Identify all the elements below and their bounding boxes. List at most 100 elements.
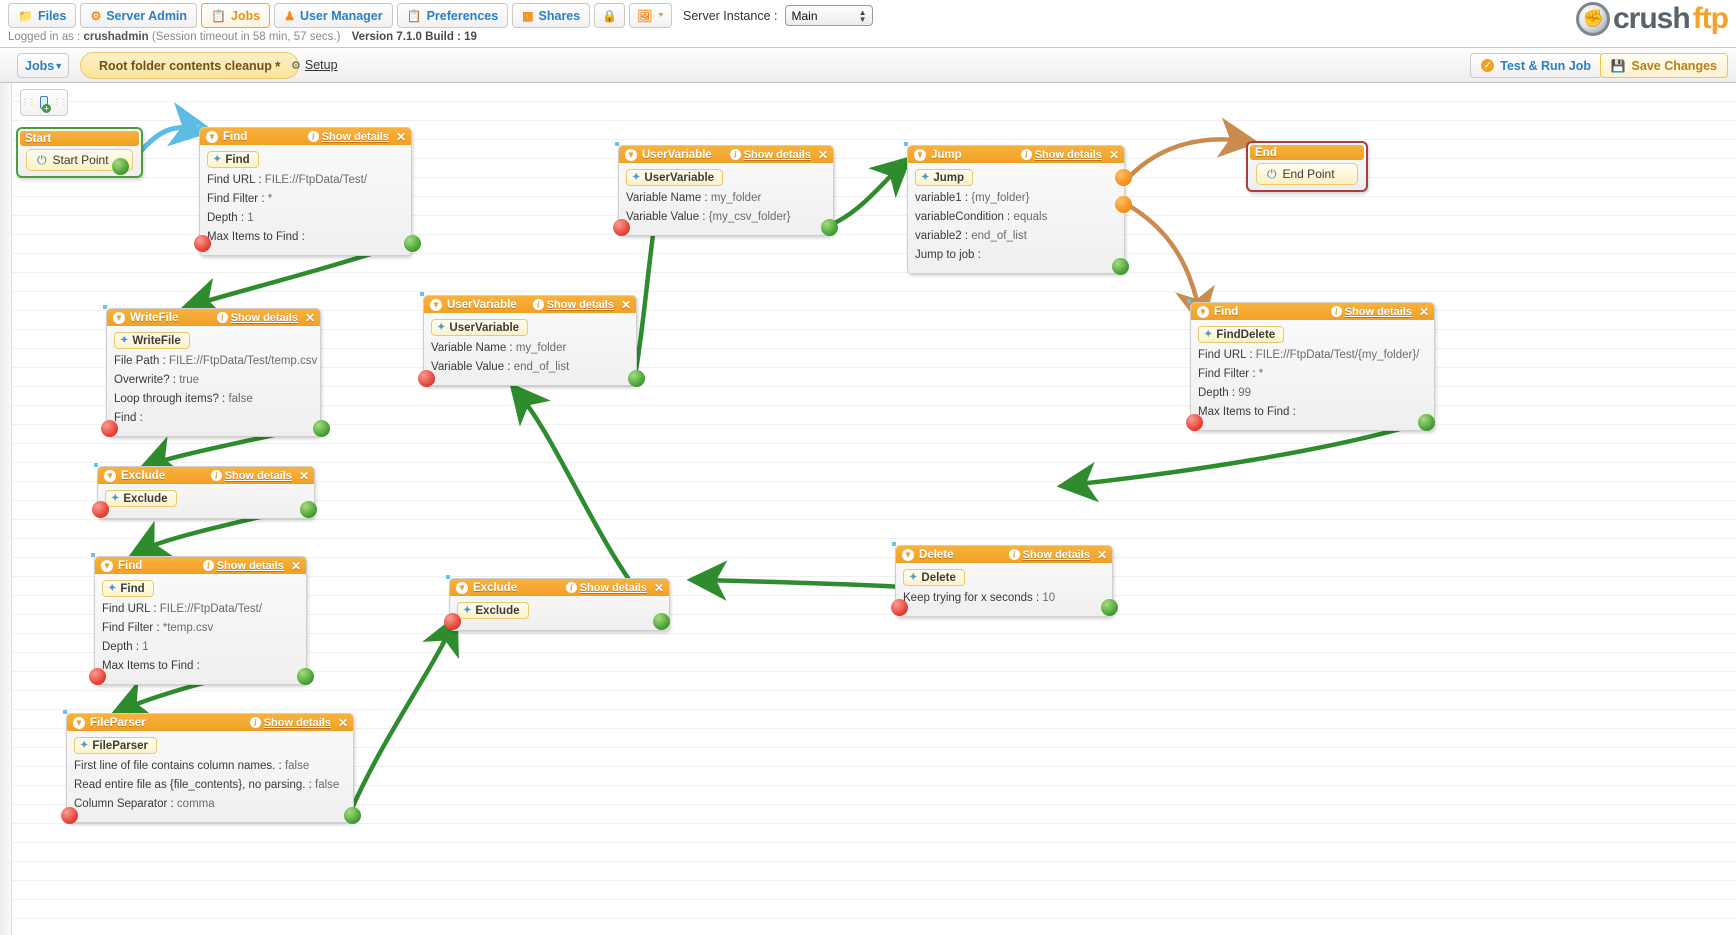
start-output-dot[interactable] (112, 158, 129, 175)
node-find-1-pill[interactable]: ✦ Find (207, 151, 259, 168)
close-icon[interactable]: ✕ (299, 470, 309, 482)
node-jump[interactable]: ▼ Jump i Show details ✕ ✦ Jump variable1… (907, 145, 1125, 274)
close-icon[interactable]: ✕ (396, 131, 406, 143)
node-fileparser[interactable]: ▼ FileParser i Show details ✕ ✦ FilePars… (66, 713, 354, 823)
current-job-tab[interactable]: Root folder contents cleanup * (80, 52, 300, 79)
end-point-pill[interactable]: ⏻ End Point (1256, 163, 1358, 185)
end-node[interactable]: End ⏻ End Point (1246, 141, 1368, 192)
node-finddelete-success-dot[interactable] (1418, 414, 1435, 431)
collapse-icon[interactable]: ▼ (113, 311, 125, 324)
close-icon[interactable]: ✕ (291, 560, 301, 572)
node-fileparser-success-dot[interactable] (344, 807, 361, 824)
jobs-dropdown[interactable]: Jobs ▼ (17, 53, 69, 78)
node-uservariable-top-success-dot[interactable] (821, 219, 838, 236)
node-exclude-1-error-dot[interactable] (92, 501, 109, 518)
node-uservariable-top-pill[interactable]: ✦ UserVariable (626, 169, 724, 186)
show-details-link[interactable]: i Show details (307, 131, 389, 143)
node-uservariable-top-error-dot[interactable] (613, 219, 630, 236)
close-icon[interactable]: ✕ (1419, 306, 1429, 318)
node-writefile-pill[interactable]: ✦ WriteFile (114, 332, 190, 349)
node-find-1-success-dot[interactable] (404, 235, 421, 252)
node-uservariable-mid-error-dot[interactable] (418, 370, 435, 387)
node-uservariable-mid-pill[interactable]: ✦ UserVariable (431, 319, 529, 336)
tab-user-manager[interactable]: ♟ User Manager (274, 3, 393, 28)
test-and-run-job-button[interactable]: ✓ Test & Run Job (1470, 53, 1602, 78)
node-jump-branch-dot-1[interactable] (1115, 169, 1132, 186)
node-fileparser-error-dot[interactable] (61, 807, 78, 824)
node-delete[interactable]: ▼ Delete i Show details ✕ ✦ Delete Keep … (895, 545, 1113, 617)
setup-link[interactable]: ⚙ Setup (291, 58, 338, 72)
node-find-1[interactable]: ▼ Find i Show details ✕ ✦ Find Find URL … (199, 127, 412, 256)
node-exclude-2-success-dot[interactable] (653, 613, 670, 630)
close-icon[interactable]: ✕ (654, 582, 664, 594)
show-details-link[interactable]: i Show details (729, 149, 811, 161)
close-icon[interactable]: ✕ (621, 299, 631, 311)
save-changes-button[interactable]: 💾 Save Changes (1599, 53, 1728, 78)
node-finddelete-error-dot[interactable] (1186, 414, 1203, 431)
collapse-icon[interactable]: ▼ (104, 469, 116, 482)
close-icon[interactable]: ✕ (818, 149, 828, 161)
node-row: Read entire file as {file_contents}, no … (74, 779, 340, 791)
node-delete-success-dot[interactable] (1101, 599, 1118, 616)
node-uservariable-mid[interactable]: ▼ UserVariable i Show details ✕ ✦ UserVa… (423, 295, 637, 386)
node-exclude-1-pill[interactable]: ✦ Exclude (105, 490, 177, 507)
tab-files[interactable]: 📁 Files (8, 3, 77, 28)
node-exclude-2[interactable]: ▼ Exclude i Show details ✕ ✦ Exclude (449, 578, 670, 631)
collapse-icon[interactable]: ▼ (1197, 305, 1209, 318)
node-find-1-error-dot[interactable] (194, 235, 211, 252)
close-icon[interactable]: ✕ (1097, 549, 1107, 561)
show-details-link[interactable]: i Show details (1330, 306, 1412, 318)
node-jump-success-dot[interactable] (1112, 258, 1129, 275)
node-delete-error-dot[interactable] (891, 599, 908, 616)
node-find-2[interactable]: ▼ Find i Show details ✕ ✦ Find Find URL … (94, 556, 307, 685)
node-uservariable-top[interactable]: ▼ UserVariable i Show details ✕ ✦ UserVa… (618, 145, 834, 236)
node-find-2-success-dot[interactable] (297, 668, 314, 685)
node-writefile-success-dot[interactable] (313, 420, 330, 437)
node-writefile-error-dot[interactable] (101, 420, 118, 437)
close-icon[interactable]: ✕ (1109, 149, 1119, 161)
show-details-link[interactable]: i Show details (202, 560, 284, 572)
node-exclude-2-pill[interactable]: ✦ Exclude (457, 602, 529, 619)
node-exclude-1[interactable]: ▼ Exclude i Show details ✕ ✦ Exclude (97, 466, 315, 519)
show-details-link[interactable]: i Show details (216, 312, 298, 324)
collapse-icon[interactable]: ▼ (101, 559, 113, 572)
node-delete-pill[interactable]: ✦ Delete (903, 569, 965, 586)
collapse-icon[interactable]: ▼ (456, 581, 468, 594)
server-instance-select[interactable]: Main ▲ ▼ (784, 5, 873, 26)
collapse-icon[interactable]: ▼ (902, 548, 914, 561)
close-icon[interactable]: ✕ (305, 312, 315, 324)
tab-server-admin[interactable]: ⚙ Server Admin (80, 3, 198, 28)
node-find-2-pill[interactable]: ✦ Find (102, 580, 154, 597)
tab-image-menu[interactable]: 🖼 ▼ (629, 3, 673, 28)
node-jump-pill[interactable]: ✦ Jump (915, 169, 974, 186)
show-details-link[interactable]: i Show details (1020, 149, 1102, 161)
node-exclude-2-error-dot[interactable] (444, 613, 461, 630)
close-icon[interactable]: ✕ (338, 717, 348, 729)
node-writefile[interactable]: ▼ WriteFile i Show details ✕ ✦ WriteFile… (106, 308, 321, 437)
tab-lock[interactable]: 🔒 (594, 3, 626, 28)
show-details-link[interactable]: i Show details (565, 582, 647, 594)
show-details-link[interactable]: i Show details (1008, 549, 1090, 561)
tab-preferences[interactable]: 📋 Preferences (396, 3, 509, 28)
collapse-icon[interactable]: ▼ (430, 298, 442, 311)
node-uservariable-mid-success-dot[interactable] (628, 370, 645, 387)
show-details-link[interactable]: i Show details (249, 717, 331, 729)
node-exclude-1-success-dot[interactable] (300, 501, 317, 518)
node-fileparser-pill[interactable]: ✦ FileParser (74, 737, 158, 754)
collapse-icon[interactable]: ▼ (73, 716, 85, 729)
wand-icon: ✦ (921, 172, 930, 183)
node-exclude-2-body: ✦ Exclude (450, 596, 669, 630)
workflow-canvas[interactable]: ⋮⋮ ⋮⋮ Start ⏻ Start Point End ⏻ End Poin… (0, 83, 1736, 935)
show-details-link[interactable]: i Show details (210, 470, 292, 482)
node-finddelete-pill-label: FindDelete (1216, 328, 1276, 341)
node-finddelete[interactable]: ▼ Find i Show details ✕ ✦ FindDelete Fin… (1190, 302, 1435, 431)
node-find-2-error-dot[interactable] (89, 668, 106, 685)
collapse-icon[interactable]: ▼ (625, 148, 637, 161)
node-jump-branch-dot-2[interactable] (1115, 196, 1132, 213)
node-finddelete-pill[interactable]: ✦ FindDelete (1198, 326, 1285, 343)
collapse-icon[interactable]: ▼ (206, 130, 218, 143)
collapse-icon[interactable]: ▼ (914, 148, 926, 161)
tab-shares[interactable]: ▦ Shares (512, 3, 591, 28)
tab-jobs[interactable]: 📋 Jobs (201, 3, 271, 28)
show-details-link[interactable]: i Show details (532, 299, 614, 311)
